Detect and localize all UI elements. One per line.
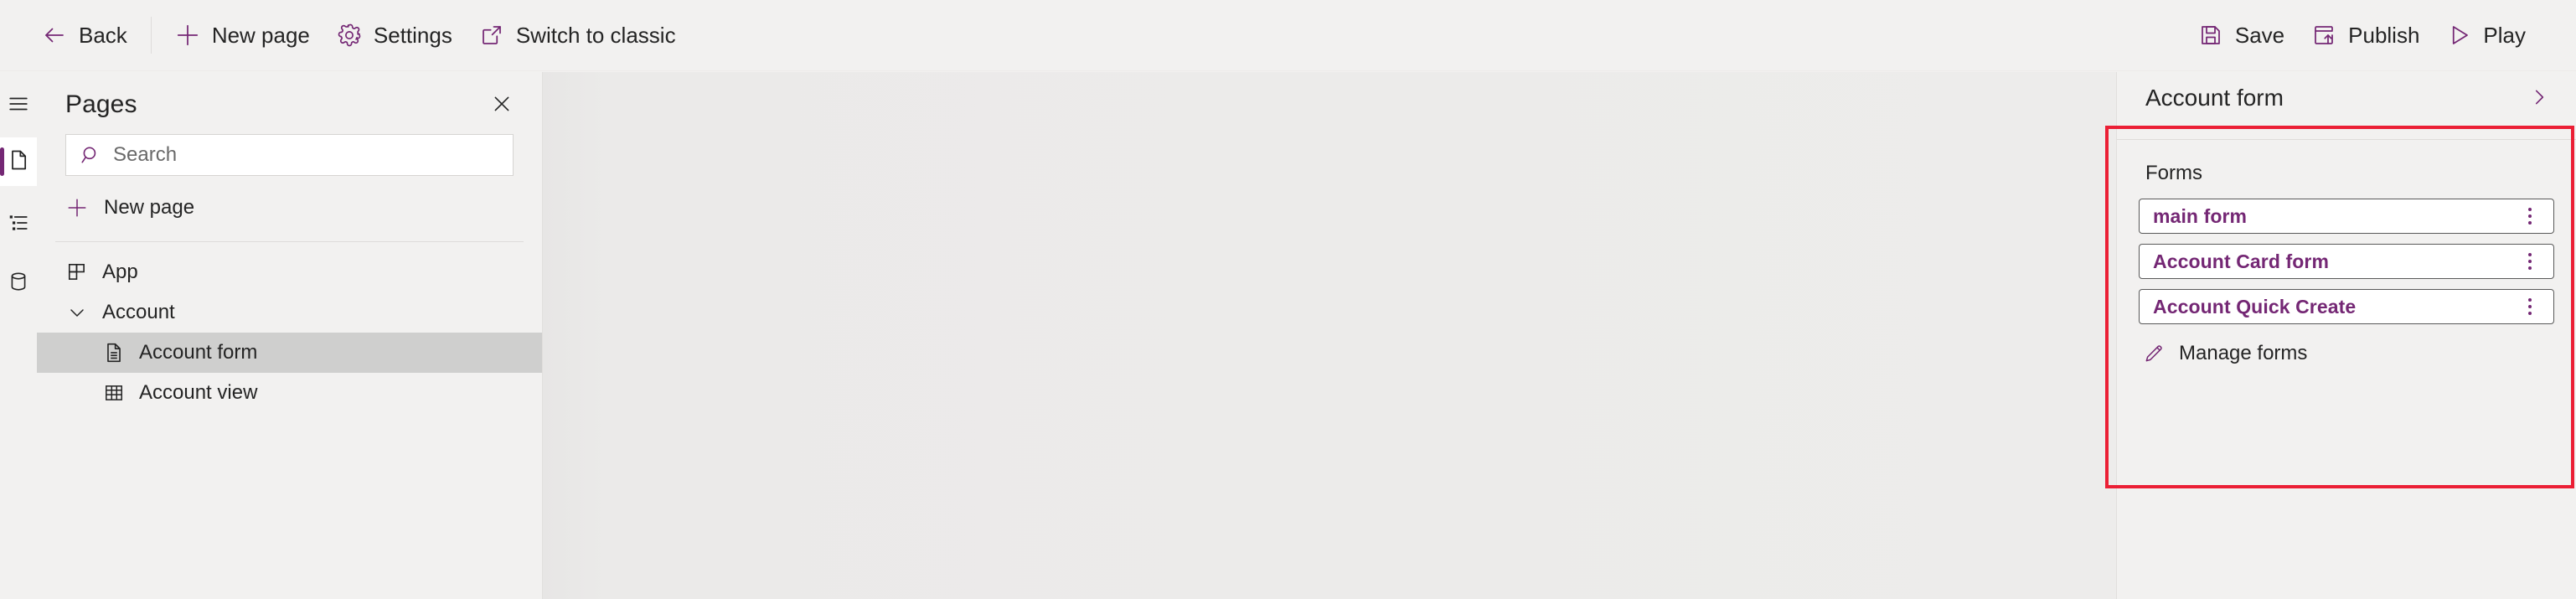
close-button[interactable]: [483, 86, 520, 123]
command-bar-right-group: Save Publish Play: [2185, 12, 2576, 59]
command-bar-divider: [150, 17, 152, 54]
form-item-main-form[interactable]: main form: [2139, 199, 2554, 234]
back-button-label: Back: [79, 22, 127, 48]
publish-button[interactable]: Publish: [2298, 12, 2433, 59]
form-item-label: Account Quick Create: [2153, 295, 2357, 318]
page-title: Pages: [65, 90, 137, 118]
command-bar: Back New page Settings Switch to classic…: [0, 0, 2576, 71]
command-bar-left-group: Back New page Settings Switch to classic: [0, 12, 689, 59]
play-button-label: Play: [2483, 22, 2526, 48]
back-button[interactable]: Back: [28, 12, 141, 59]
switch-to-classic-button[interactable]: Switch to classic: [466, 12, 689, 59]
open-external-icon: [479, 23, 504, 48]
search-icon: [80, 144, 101, 166]
form-item-label: Account Card form: [2153, 250, 2329, 272]
gear-icon: [337, 23, 362, 48]
table-grid-icon: [102, 381, 126, 405]
rail-spacer-2: [0, 245, 37, 263]
search-container: [37, 121, 542, 176]
pencil-edit-icon: [2142, 342, 2166, 365]
database-icon: [8, 271, 29, 297]
properties-panel-title: Account form: [2145, 85, 2284, 111]
properties-panel: Account form Forms main form Account Car…: [2116, 72, 2576, 599]
arrow-left-icon: [42, 23, 67, 48]
tree-item-label: Account form: [139, 341, 258, 364]
tree-item-label: App: [102, 261, 138, 283]
save-button[interactable]: Save: [2185, 12, 2298, 59]
pages-tree: App Account Account form Account view: [37, 242, 542, 413]
pages-panel-header: Pages: [37, 72, 542, 121]
app-root: Back New page Settings Switch to classic…: [0, 0, 2576, 599]
tree-item-label: Account view: [139, 381, 258, 404]
sidebar-item-data[interactable]: [0, 263, 37, 303]
publish-icon: [2311, 23, 2336, 48]
form-item-account-card-form[interactable]: Account Card form: [2139, 244, 2554, 279]
switch-to-classic-button-label: Switch to classic: [515, 22, 676, 48]
forms-section-label: Forms: [2145, 162, 2202, 184]
new-page-link[interactable]: New page: [37, 186, 542, 230]
properties-panel-header: Account form: [2117, 72, 2576, 124]
expand-panel-button[interactable]: [2521, 80, 2558, 116]
search-box[interactable]: [65, 134, 514, 176]
plus-icon: [65, 196, 89, 219]
kebab-menu-icon[interactable]: [2518, 292, 2542, 321]
close-icon: [491, 93, 513, 117]
settings-button-label: Settings: [373, 22, 452, 48]
plus-icon: [175, 23, 200, 48]
left-icon-rail: [0, 72, 37, 599]
hamburger-menu-button[interactable]: [0, 85, 37, 126]
tree-item-account-view[interactable]: Account view: [37, 373, 542, 413]
pages-panel: Pages New page: [37, 72, 543, 599]
new-page-button[interactable]: New page: [162, 12, 323, 59]
kebab-menu-icon[interactable]: [2518, 202, 2542, 230]
rail-spacer-1: [0, 186, 37, 204]
save-button-label: Save: [2234, 22, 2285, 48]
form-item-label: main form: [2153, 204, 2248, 227]
design-canvas[interactable]: [543, 72, 2116, 599]
save-icon: [2198, 23, 2223, 48]
chevron-down-icon[interactable]: [65, 301, 89, 324]
navigation-tree-icon: [8, 212, 29, 238]
search-input[interactable]: [113, 143, 499, 167]
tree-item-label: Account: [102, 301, 175, 323]
kebab-menu-icon[interactable]: [2518, 247, 2542, 276]
new-page-link-label: New page: [104, 196, 195, 219]
settings-button[interactable]: Settings: [323, 12, 466, 59]
manage-forms-label: Manage forms: [2179, 342, 2308, 364]
publish-button-label: Publish: [2348, 22, 2420, 48]
play-button[interactable]: Play: [2433, 12, 2539, 59]
manage-forms-link[interactable]: Manage forms: [2139, 334, 2554, 373]
tree-item-account[interactable]: Account: [37, 292, 542, 333]
tree-item-app[interactable]: App: [37, 252, 542, 292]
form-document-icon: [102, 341, 126, 364]
new-page-button-label: New page: [211, 22, 310, 48]
sidebar-item-pages[interactable]: [0, 137, 37, 186]
app-grid-icon: [65, 261, 89, 284]
chevron-right-icon: [2528, 86, 2550, 111]
properties-panel-body: Forms main form Account Card form Accoun…: [2117, 140, 2576, 373]
form-item-account-quick-create[interactable]: Account Quick Create: [2139, 289, 2554, 324]
play-icon: [2446, 23, 2471, 48]
tree-item-account-form[interactable]: Account form: [37, 333, 542, 373]
sidebar-item-navigation[interactable]: [0, 204, 37, 245]
hamburger-menu-icon: [8, 93, 29, 119]
page-icon: [7, 148, 30, 176]
